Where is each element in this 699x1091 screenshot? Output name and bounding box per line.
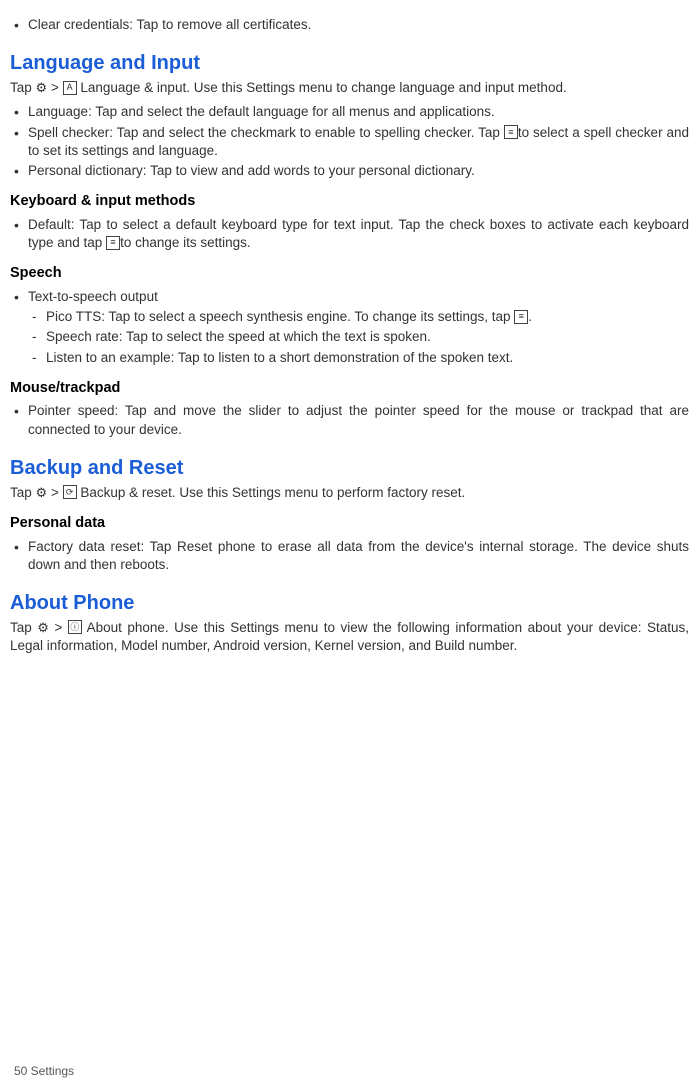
language-and-input-heading: Language and Input [10, 50, 689, 77]
speech-rate-item: Speech rate: Tap to select the speed at … [46, 328, 689, 346]
text: Tap [10, 620, 37, 635]
text: Backup & reset. Use this Settings menu t… [80, 485, 465, 500]
text: About phone. Use this Settings menu to v… [10, 620, 689, 653]
language-input-intro: Tap ⚙ > A Language & input. Use this Set… [10, 79, 689, 97]
text: > [51, 80, 63, 95]
sliders-icon: ≡ [106, 236, 120, 250]
keyboard-input-heading: Keyboard & input methods [10, 192, 689, 212]
text: Language & input. Use this Settings menu… [80, 80, 566, 95]
spell-checker-item: Spell checker: Tap and select the checkm… [28, 124, 689, 160]
default-keyboard-item: Default: Tap to select a default keyboar… [28, 216, 689, 252]
pico-tts-item: Pico TTS: Tap to select a speech synthes… [46, 308, 689, 326]
text: > [51, 485, 63, 500]
text: > [54, 620, 67, 635]
gear-icon: ⚙ [36, 81, 48, 94]
tts-output-item: Text-to-speech output Pico TTS: Tap to s… [28, 288, 689, 367]
text: Pico TTS: Tap to select a speech synthes… [46, 309, 514, 324]
gear-icon: ⚙ [37, 621, 49, 634]
page-footer: 50 Settings [14, 1063, 74, 1079]
reset-icon: ⟳ [63, 485, 77, 499]
personal-data-heading: Personal data [10, 514, 689, 534]
personal-dictionary-item: Personal dictionary: Tap to view and add… [28, 162, 689, 180]
mouse-trackpad-heading: Mouse/trackpad [10, 379, 689, 399]
speech-heading: Speech [10, 264, 689, 284]
backup-reset-heading: Backup and Reset [10, 455, 689, 482]
text: Text-to-speech output [28, 289, 158, 304]
sliders-icon: ≡ [504, 125, 518, 139]
text: Spell checker: Tap and select the checkm… [28, 125, 504, 140]
pointer-speed-item: Pointer speed: Tap and move the slider t… [28, 402, 689, 438]
text: . [528, 309, 532, 324]
listen-example-item: Listen to an example: Tap to listen to a… [46, 349, 689, 367]
text: to change its settings. [120, 235, 251, 250]
clear-credentials-item: Clear credentials: Tap to remove all cer… [28, 16, 689, 34]
info-icon: ⓘ [68, 620, 82, 634]
gear-icon: ⚙ [36, 486, 48, 499]
about-phone-heading: About Phone [10, 590, 689, 617]
sliders-icon: ≡ [514, 310, 528, 324]
text: Tap [10, 485, 36, 500]
factory-reset-item: Factory data reset: Tap Reset phone to e… [28, 538, 689, 574]
about-phone-intro: Tap ⚙ > ⓘ About phone. Use this Settings… [10, 619, 689, 655]
letter-a-icon: A [63, 81, 77, 95]
language-item: Language: Tap and select the default lan… [28, 103, 689, 121]
text: Tap [10, 80, 36, 95]
backup-reset-intro: Tap ⚙ > ⟳ Backup & reset. Use this Setti… [10, 484, 689, 502]
